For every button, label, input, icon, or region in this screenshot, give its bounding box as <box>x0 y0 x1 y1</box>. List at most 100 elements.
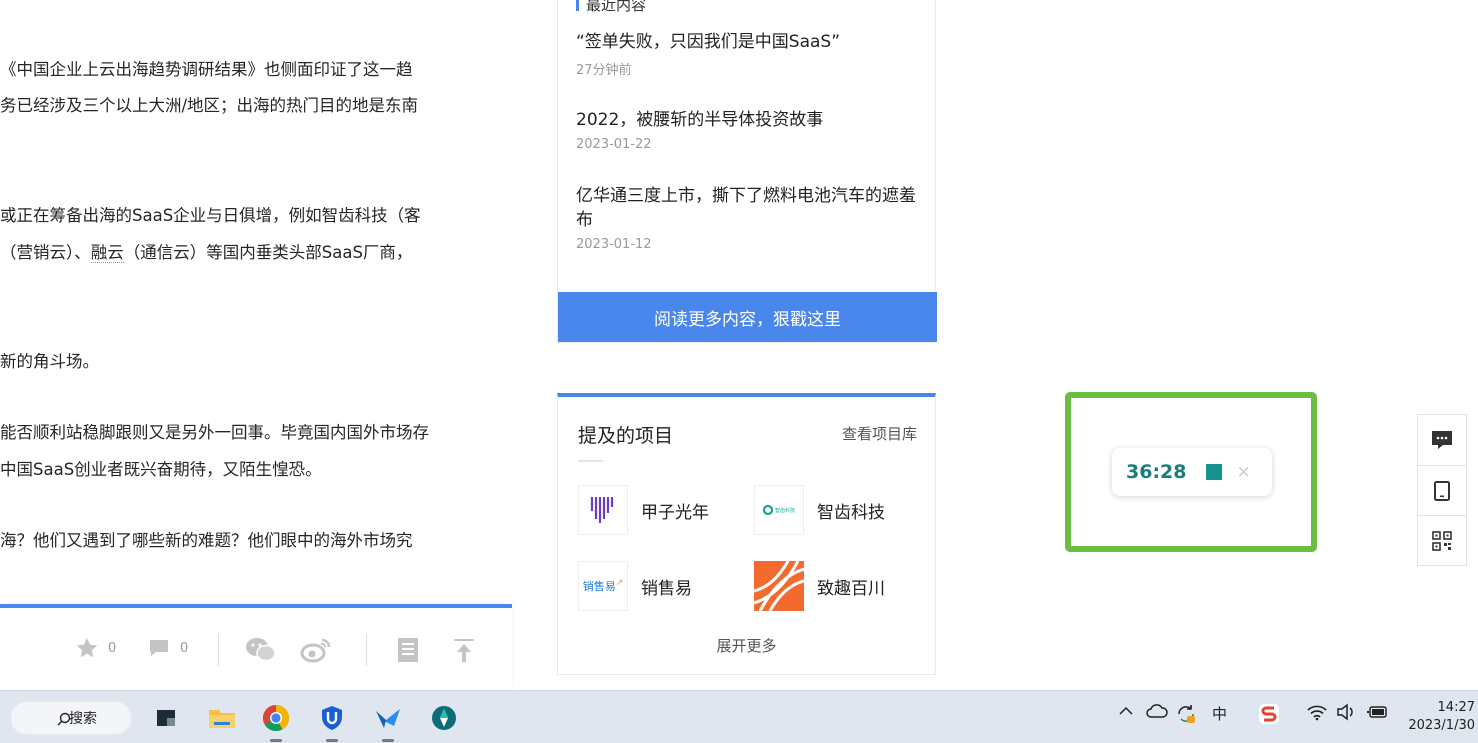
taskbar-app-file-explorer[interactable] <box>204 700 240 736</box>
article-text: 或正在筹备出海的SaaS企业与日俱增，例如智齿科技（客 <box>0 206 421 225</box>
share-wechat-button[interactable] <box>245 636 277 664</box>
taskbar-app-compass[interactable] <box>426 700 462 736</box>
read-more-button[interactable]: 阅读更多内容，狠戳这里 <box>558 292 937 342</box>
project-item-xiaoshouyi[interactable]: 销售易 ↗ 销售易 <box>578 561 692 611</box>
chrome-icon <box>262 704 290 732</box>
article-text: 能否顺利站稳脚跟则又是另外一回事。毕竟国内国外市场存 <box>0 423 429 442</box>
tray-ime-button[interactable]: 中 <box>1212 703 1227 724</box>
sync-icon <box>1178 705 1195 723</box>
weibo-icon <box>300 638 331 663</box>
tablet-icon <box>1434 480 1450 501</box>
recent-content-title: 最近内容 <box>576 0 646 15</box>
recent-item-date: 2023-01-22 <box>576 137 652 152</box>
stop-icon[interactable] <box>1206 464 1223 480</box>
article-text: 新的角斗场。 <box>0 352 99 371</box>
app-compass-icon <box>432 706 456 730</box>
qrcode-icon <box>1432 530 1452 551</box>
project-name: 智齿科技 <box>817 502 885 523</box>
file-explorer-icon <box>209 710 235 728</box>
article-icon <box>398 638 418 662</box>
project-name: 甲子光年 <box>641 502 709 523</box>
project-item-jiazi[interactable]: 甲子光年 <box>578 485 709 535</box>
logo-text: 销售易 <box>582 580 616 593</box>
zhiqu-logo <box>754 561 804 611</box>
recent-item-title[interactable]: “签单失败，只因我们是中国SaaS” <box>576 30 924 54</box>
tray-sync[interactable] <box>1175 703 1197 725</box>
side-mobile-button[interactable] <box>1418 465 1466 515</box>
article-text-segment: （通信云）等国内垂类头部SaaS厂商， <box>123 243 413 262</box>
tray-wifi[interactable] <box>1306 703 1328 721</box>
taskbar-search-box[interactable]: 搜索 <box>10 701 132 735</box>
taskbar-app-chrome[interactable] <box>258 700 294 742</box>
recent-item[interactable]: 亿华通三度上市，撕下了燃料电池汽车的遮羞布 2023-01-12 <box>576 184 924 252</box>
cloud-icon <box>1146 704 1168 718</box>
project-item-zhichi[interactable]: 智齿科技 智齿科技 <box>754 485 885 535</box>
close-icon[interactable]: × <box>1236 462 1250 482</box>
company-link-rongyun[interactable]: 融云 <box>90 243 124 263</box>
tray-expand-button[interactable] <box>1118 703 1134 719</box>
clock-date: 2023/1/30 <box>1408 718 1475 733</box>
article-text: 中国SaaS创业者既兴奋期待，又陌生惶恐。 <box>0 460 322 479</box>
recent-item[interactable]: 2022，被腰斩的半导体投资故事 2023-01-22 <box>576 108 924 152</box>
recent-item-date: 27分钟前 <box>576 63 632 78</box>
back-to-top-icon <box>454 639 474 662</box>
article-text: 海？他们又遇到了哪些新的难题？他们眼中的海外市场究 <box>0 531 413 550</box>
ime-label: 中 <box>1212 705 1228 723</box>
battery-icon <box>1367 706 1387 718</box>
article-view-button[interactable] <box>396 636 420 664</box>
volume-icon <box>1337 703 1353 721</box>
windows-taskbar: 搜索 中 14:27 2023/1/30 <box>0 690 1478 743</box>
wechat-icon <box>246 638 276 662</box>
projects-title: 提及的项目 <box>578 425 674 447</box>
comment-icon <box>1432 431 1452 449</box>
side-comment-button[interactable] <box>1418 415 1466 465</box>
expand-more-button[interactable]: 展开更多 <box>558 635 935 656</box>
recent-item[interactable]: “签单失败，只因我们是中国SaaS” 27分钟前 <box>576 30 924 78</box>
comment-button[interactable]: 0 <box>146 636 188 660</box>
share-weibo-button[interactable] <box>300 636 332 664</box>
comment-icon <box>150 640 168 656</box>
side-qrcode-button[interactable] <box>1418 515 1466 565</box>
tray-volume[interactable] <box>1336 703 1358 721</box>
xiaoshouyi-logo: 销售易 ↗ <box>578 561 628 611</box>
divider <box>578 460 603 462</box>
timer-time: 36:28 <box>1126 461 1187 483</box>
desktop-icon <box>157 710 175 726</box>
sogou-icon <box>1259 704 1279 724</box>
tray-onedrive[interactable] <box>1146 703 1168 719</box>
taskbar-clock[interactable]: 14:27 2023/1/30 <box>1408 699 1475 735</box>
taskbar-app-bird[interactable] <box>370 700 406 742</box>
taskbar-app-shield[interactable] <box>314 700 350 742</box>
article-text: 《中国企业上云出海趋势调研结果》也侧面印证了这一趋 <box>0 60 413 79</box>
tray-sogou[interactable] <box>1258 703 1280 725</box>
project-name: 销售易 <box>641 578 692 599</box>
tray-battery[interactable] <box>1367 703 1389 721</box>
star-icon <box>76 638 98 658</box>
project-library-link[interactable]: 查看项目库 <box>842 423 917 444</box>
back-to-top-button[interactable] <box>452 636 476 664</box>
search-label: 搜索 <box>69 711 97 727</box>
mentioned-projects-card: 提及的项目 查看项目库 甲子光年 智齿科技 智齿科技 销售易 ↗ 销售易 致趣百… <box>557 393 936 675</box>
clock-time: 14:27 <box>1437 700 1475 715</box>
project-name: 致趣百川 <box>817 578 885 599</box>
app-bird-icon <box>376 709 400 728</box>
timer-widget: 36:28 × <box>1112 448 1272 496</box>
logo-text: 智齿科技 <box>774 507 795 514</box>
divider <box>366 634 367 666</box>
project-item-zhiqu[interactable]: 致趣百川 <box>754 561 885 611</box>
chevron-up-icon <box>1119 706 1133 715</box>
page: 《中国企业上云出海趋势调研结果》也侧面印证了这一趋 务已经涉及三个以上大洲/地区… <box>0 0 1478 743</box>
favorite-count: 0 <box>108 640 117 656</box>
recent-item-title[interactable]: 亿华通三度上市，撕下了燃料电池汽车的遮羞布 <box>576 184 924 232</box>
article-text: （营销云）、融云（通信云）等国内垂类头部SaaS厂商， <box>0 241 412 265</box>
taskbar-app-desktop[interactable] <box>148 700 184 736</box>
recent-content-card: 最近内容 “签单失败，只因我们是中国SaaS” 27分钟前 2022，被腰斩的半… <box>557 0 937 343</box>
recent-item-title[interactable]: 2022，被腰斩的半导体投资故事 <box>576 108 924 132</box>
article-text: 务已经涉及三个以上大洲/地区；出海的热门目的地是东南 <box>0 96 419 115</box>
jiazi-logo <box>578 485 628 535</box>
favorite-button[interactable]: 0 <box>74 636 116 660</box>
article-text-segment: （营销云）、 <box>0 243 91 262</box>
article-action-bar: 0 0 <box>0 604 512 690</box>
zhichi-logo: 智齿科技 <box>754 485 804 535</box>
side-toolbar <box>1417 414 1467 566</box>
